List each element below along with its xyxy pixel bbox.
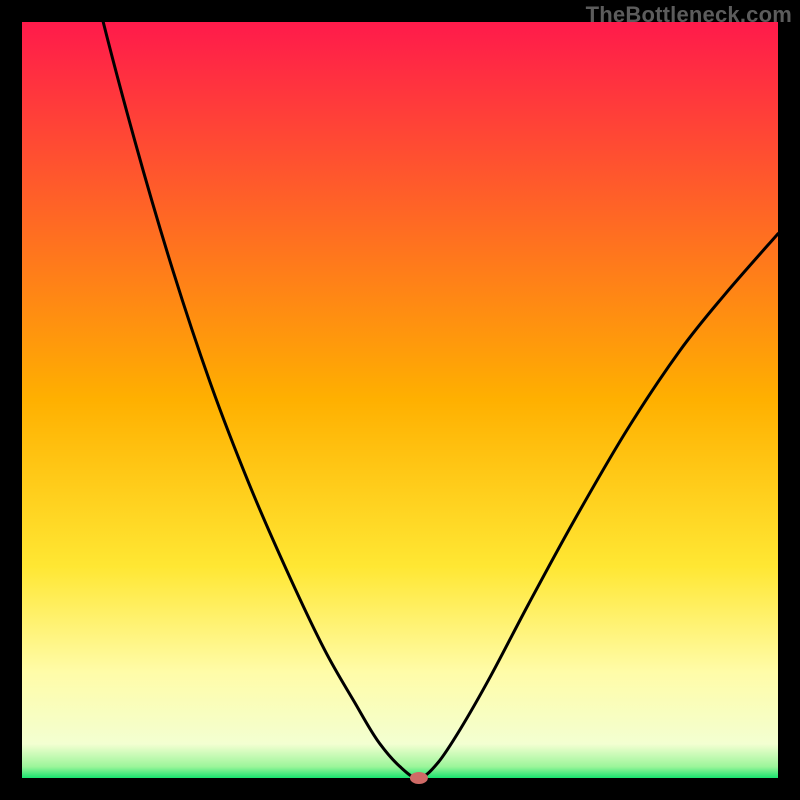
optimal-point-marker <box>410 772 428 784</box>
gradient-background <box>22 22 778 778</box>
watermark-text: TheBottleneck.com <box>586 2 792 28</box>
bottleneck-chart <box>0 0 800 800</box>
chart-outer-frame: TheBottleneck.com <box>0 0 800 800</box>
